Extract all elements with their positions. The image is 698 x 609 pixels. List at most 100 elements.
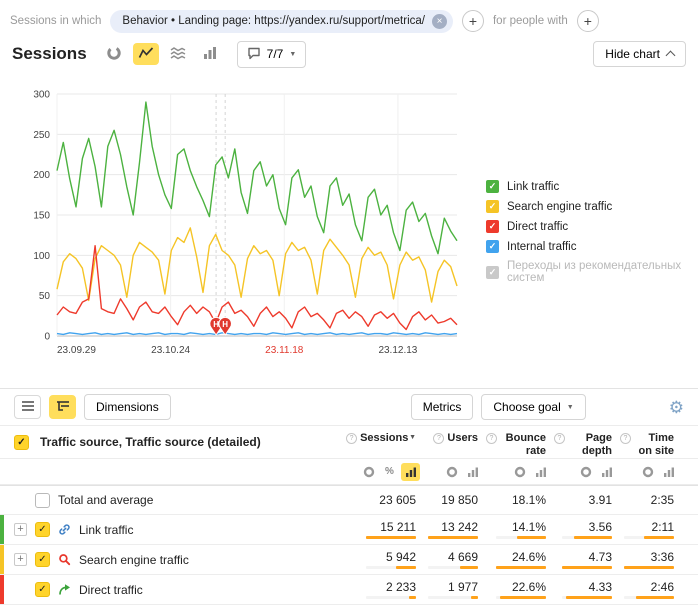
report-table-section: Dimensions Metrics Choose goal ▼ ⚙ ✓ Tra… (0, 388, 698, 605)
segments-count-label: 7/7 (267, 47, 284, 61)
metric-value: 14.1% (512, 520, 546, 534)
filter-chip[interactable]: Behavior • Landing page: https://yandex.… (110, 10, 453, 33)
column-header-page-depth[interactable]: ?Page depth (554, 426, 620, 458)
value-bar (496, 536, 546, 539)
tree-view-button[interactable] (49, 395, 76, 419)
bars-view-icon[interactable] (401, 463, 420, 481)
link-icon (58, 523, 71, 536)
row-checkbox[interactable] (35, 493, 50, 508)
expand-button[interactable]: + (14, 553, 27, 566)
dimensions-button[interactable]: Dimensions (84, 394, 171, 420)
table-subheader-row: % (0, 459, 698, 485)
column-header-users[interactable]: ?Users (424, 426, 486, 458)
stacked-lines-icon (170, 46, 186, 63)
metric-value: 15 211 (380, 520, 416, 534)
column-header-sessions[interactable]: ?Sessions▼ (354, 426, 424, 458)
metric-value: 5 942 (386, 550, 416, 564)
metric-info-icon: ? (433, 433, 444, 444)
select-all-checkbox[interactable]: ✓ (14, 435, 29, 450)
svg-text:23.10.24: 23.10.24 (151, 345, 190, 356)
bars-view-icon[interactable] (463, 463, 482, 481)
column-header-bounce-rate[interactable]: ?Bounce rate (486, 426, 554, 458)
legend-checkbox[interactable]: ✓ (486, 180, 499, 193)
chart-area: 05010015020025030023.09.2923.10.2423.11.… (0, 68, 698, 388)
legend-item[interactable]: ✓ Переходы из рекомендательных систем (486, 260, 698, 284)
legend-label: Internal traffic (507, 241, 576, 253)
metric-view-switcher (424, 459, 486, 484)
pie-chart-type-button[interactable] (101, 43, 127, 65)
pie-view-icon[interactable] (442, 463, 461, 481)
row-checkbox[interactable]: ✓ (35, 522, 50, 537)
page-title: Sessions (12, 44, 87, 64)
stacked-area-type-button[interactable] (165, 43, 191, 65)
column-label: Bounce rate (500, 432, 546, 458)
legend-item[interactable]: ✓ Direct traffic (486, 220, 698, 233)
column-label: Sessions (360, 432, 406, 445)
row-name-cell: +✓Search engine traffic (0, 545, 354, 574)
table-toolbar: Dimensions Metrics Choose goal ▼ ⚙ (0, 389, 698, 425)
column-chart-type-button[interactable] (197, 43, 223, 65)
legend-item[interactable]: ✓ Internal traffic (486, 240, 698, 253)
table-row[interactable]: +✓Link traffic15 21113 24214.1%3.562:11 (0, 515, 698, 545)
metric-value: 22.6% (512, 580, 546, 594)
list-view-icon (21, 400, 35, 415)
legend-label: Переходы из рекомендательных систем (507, 260, 698, 284)
legend-item[interactable]: ✓Link traffic (486, 180, 698, 193)
pie-view-icon[interactable] (576, 463, 595, 481)
add-session-filter-button[interactable]: + (462, 10, 484, 32)
svg-text:23.12.13: 23.12.13 (378, 345, 417, 356)
svg-text:50: 50 (39, 291, 51, 302)
table-row[interactable]: +✓Search engine traffic5 9424 66924.6%4.… (0, 545, 698, 575)
subheader-empty-cell (0, 459, 354, 484)
value-bar (624, 566, 674, 569)
filter-chip-text: Behavior • Landing page: https://yandex.… (122, 15, 425, 27)
value-bar (366, 566, 416, 569)
metric-value: 2:35 (651, 493, 674, 507)
settings-gear-icon[interactable]: ⚙ (669, 399, 684, 416)
svg-text:0: 0 (44, 332, 50, 343)
table-row[interactable]: Total and average23 60519 85018.1%3.912:… (0, 485, 698, 515)
legend-checkbox[interactable]: ✓ (486, 200, 499, 213)
legend-item[interactable]: ✓Search engine traffic (486, 200, 698, 213)
line-chart-icon (138, 46, 154, 63)
flat-list-view-button[interactable] (14, 395, 41, 419)
direct-icon (58, 583, 71, 596)
legend-label: Direct traffic (507, 221, 568, 233)
metrics-button[interactable]: Metrics (411, 394, 474, 420)
metric-value: 2 233 (386, 580, 416, 594)
line-chart-type-button[interactable] (133, 43, 159, 65)
table-row[interactable]: ✓Direct traffic2 2331 97722.6%4.332:46 (0, 575, 698, 605)
metric-view-switcher: % (354, 459, 424, 484)
svg-text:150: 150 (33, 211, 50, 222)
row-checkbox[interactable]: ✓ (35, 582, 50, 597)
legend-checkbox[interactable]: ✓ (486, 266, 499, 279)
pie-view-icon[interactable] (359, 463, 378, 481)
row-name-cell: Total and average (0, 486, 354, 514)
pie-view-icon[interactable] (638, 463, 657, 481)
metric-info-icon: ? (486, 433, 497, 444)
hide-chart-button[interactable]: Hide chart (593, 41, 686, 67)
segments-dropdown[interactable]: 7/7 ▼ (237, 41, 307, 68)
metric-view-switcher (486, 459, 554, 484)
expand-button[interactable]: + (14, 523, 27, 536)
column-label: Page depth (568, 432, 612, 458)
pie-view-icon[interactable] (510, 463, 529, 481)
bars-view-icon[interactable] (597, 463, 616, 481)
percent-view-icon[interactable]: % (380, 463, 399, 481)
row-checkbox[interactable]: ✓ (35, 552, 50, 567)
metric-value: 1 977 (448, 580, 478, 594)
group-header-label: Traffic source, Traffic source (detailed… (40, 435, 261, 449)
legend-checkbox[interactable]: ✓ (486, 240, 499, 253)
value-bar (562, 596, 612, 599)
column-header-time-on-site[interactable]: ?Time on site (620, 426, 682, 458)
add-people-filter-button[interactable]: + (577, 10, 599, 32)
legend-checkbox[interactable]: ✓ (486, 220, 499, 233)
remove-filter-icon[interactable]: × (432, 14, 447, 29)
traffic-sources-chart[interactable]: 05010015020025030023.09.2923.10.2423.11.… (14, 86, 474, 358)
choose-goal-button[interactable]: Choose goal ▼ (481, 394, 585, 420)
svg-text:100: 100 (33, 251, 50, 262)
bars-view-icon[interactable] (659, 463, 678, 481)
value-bar (562, 566, 612, 569)
row-name-cell: +✓Link traffic (0, 515, 354, 544)
bars-view-icon[interactable] (531, 463, 550, 481)
